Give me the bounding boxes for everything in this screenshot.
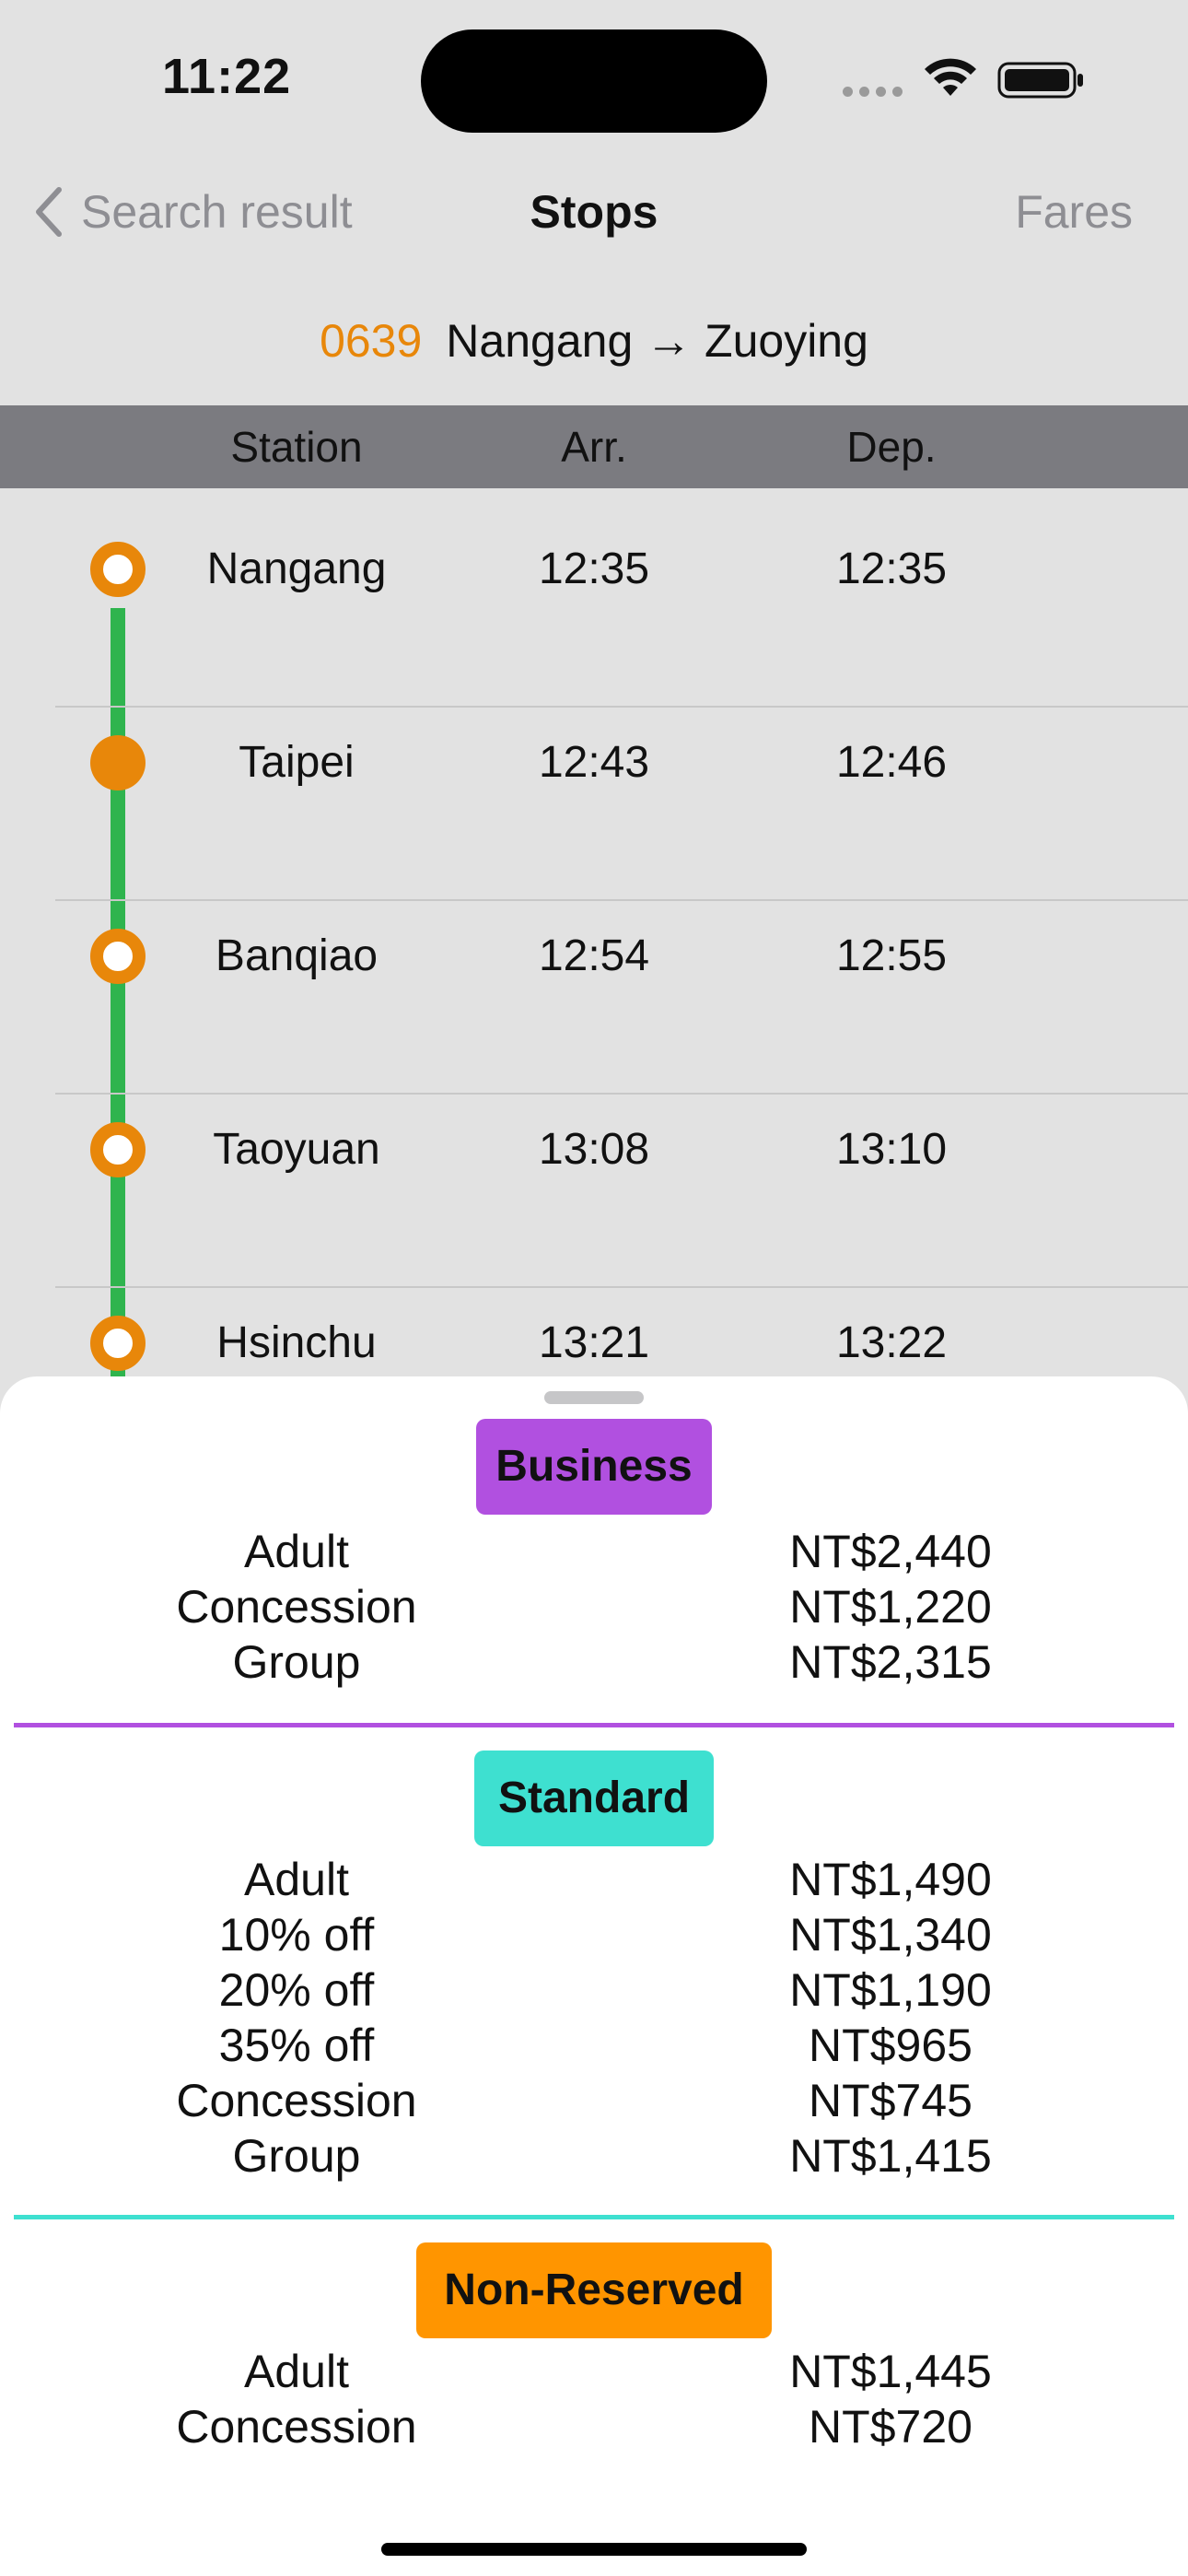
stops-list[interactable]: Nangang 12:35 12:35 Taipei 12:43 12:46 Banqiao…	[0, 488, 1188, 1382]
fare-price-value: NT$2,315	[789, 1636, 992, 1688]
stop-marker-hollow-icon	[90, 542, 146, 597]
fare-type-label: Adult	[244, 1526, 349, 1577]
business-section-divider	[14, 1723, 1174, 1727]
stop-marker-filled-icon	[90, 735, 146, 790]
stop-arrival-time: 12:54	[538, 931, 650, 980]
fare-price-value: NT$745	[809, 2075, 973, 2126]
dynamic-island	[421, 29, 767, 133]
navigation-bar: Search result Stops Fares	[0, 166, 1188, 258]
stop-departure-time: 13:10	[835, 1125, 948, 1174]
train-header: 0639 Nangang → Zuoying	[0, 304, 1188, 378]
home-indicator[interactable]	[381, 2543, 807, 2556]
stop-arrival-time: 12:35	[538, 544, 650, 593]
back-button-label: Search result	[81, 186, 353, 238]
fare-type-label: Adult	[244, 2346, 349, 2397]
header-arrival: Arr.	[561, 423, 627, 471]
fare-price-value: NT$1,340	[789, 1909, 992, 1961]
stop-departure-time: 12:46	[835, 738, 948, 787]
header-station: Station	[230, 423, 363, 471]
fare-type-label: Group	[232, 2130, 361, 2182]
train-route: Nangang → Zuoying	[446, 315, 868, 367]
train-number: 0639	[320, 315, 423, 367]
stop-arrival-time: 13:08	[538, 1125, 650, 1174]
fare-price-value: NT$965	[809, 2020, 973, 2071]
status-time: 11:22	[162, 49, 292, 104]
stop-marker-hollow-icon	[90, 1122, 146, 1177]
stop-station-name: Hsinchu	[216, 1318, 377, 1367]
fare-price-value: NT$1,220	[789, 1581, 992, 1633]
stop-row[interactable]: Taipei 12:43 12:46	[0, 708, 1188, 901]
fare-price-value: NT$1,490	[789, 1854, 992, 1905]
stop-row[interactable]: Taoyuan 13:08 13:10	[0, 1095, 1188, 1288]
stop-marker-hollow-icon	[90, 1316, 146, 1371]
cellular-signal-icon	[843, 87, 903, 100]
battery-icon	[997, 62, 1083, 99]
fares-sheet[interactable]: Business Adult NT$2,440 Concession NT$1,220…	[0, 1376, 1188, 2576]
fare-type-label: Adult	[244, 1854, 349, 1905]
standard-class-badge: Standard	[474, 1751, 714, 1846]
fare-type-label: 35% off	[218, 2020, 375, 2071]
stop-departure-time: 12:35	[835, 544, 948, 593]
stop-row[interactable]: Nangang 12:35 12:35	[0, 514, 1188, 708]
fare-type-label: 10% off	[218, 1909, 375, 1961]
fare-type-label: Concession	[176, 2401, 417, 2453]
fare-price-value: NT$720	[809, 2401, 973, 2453]
chevron-left-icon	[36, 187, 62, 237]
stop-station-name: Nangang	[206, 544, 387, 593]
fare-price-value: NT$1,415	[789, 2130, 992, 2182]
stop-station-name: Taoyuan	[213, 1125, 380, 1174]
fare-type-label: Concession	[176, 2075, 417, 2126]
stop-departure-time: 13:22	[835, 1318, 948, 1367]
sheet-grabber[interactable]	[544, 1391, 644, 1404]
fare-type-label: Group	[232, 1636, 361, 1688]
stop-departure-time: 12:55	[835, 931, 948, 980]
back-button[interactable]: Search result	[31, 166, 353, 258]
fare-price-value: NT$1,190	[789, 1964, 992, 2016]
non-reserved-class-badge: Non-Reserved	[416, 2242, 772, 2338]
fares-button[interactable]: Fares	[1015, 166, 1133, 258]
stop-arrival-time: 12:43	[538, 738, 650, 787]
stop-marker-hollow-icon	[90, 929, 146, 984]
status-bar: 11:22	[0, 0, 1188, 157]
stop-station-name: Banqiao	[215, 931, 379, 980]
stop-station-name: Taipei	[239, 738, 355, 787]
fare-price-value: NT$2,440	[789, 1526, 992, 1577]
fare-price-value: NT$1,445	[789, 2346, 992, 2397]
stop-row[interactable]: Banqiao 12:54 12:55	[0, 901, 1188, 1095]
wifi-icon	[925, 58, 976, 96]
fare-type-label: 20% off	[218, 1964, 375, 2016]
stop-arrival-time: 13:21	[538, 1318, 650, 1367]
fare-type-label: Concession	[176, 1581, 417, 1633]
table-header: Station Arr. Dep.	[0, 405, 1188, 488]
stop-row[interactable]: Hsinchu 13:21 13:22	[0, 1288, 1188, 1382]
standard-section-divider	[14, 2215, 1174, 2219]
business-class-badge: Business	[476, 1419, 712, 1515]
header-departure: Dep.	[846, 423, 937, 471]
